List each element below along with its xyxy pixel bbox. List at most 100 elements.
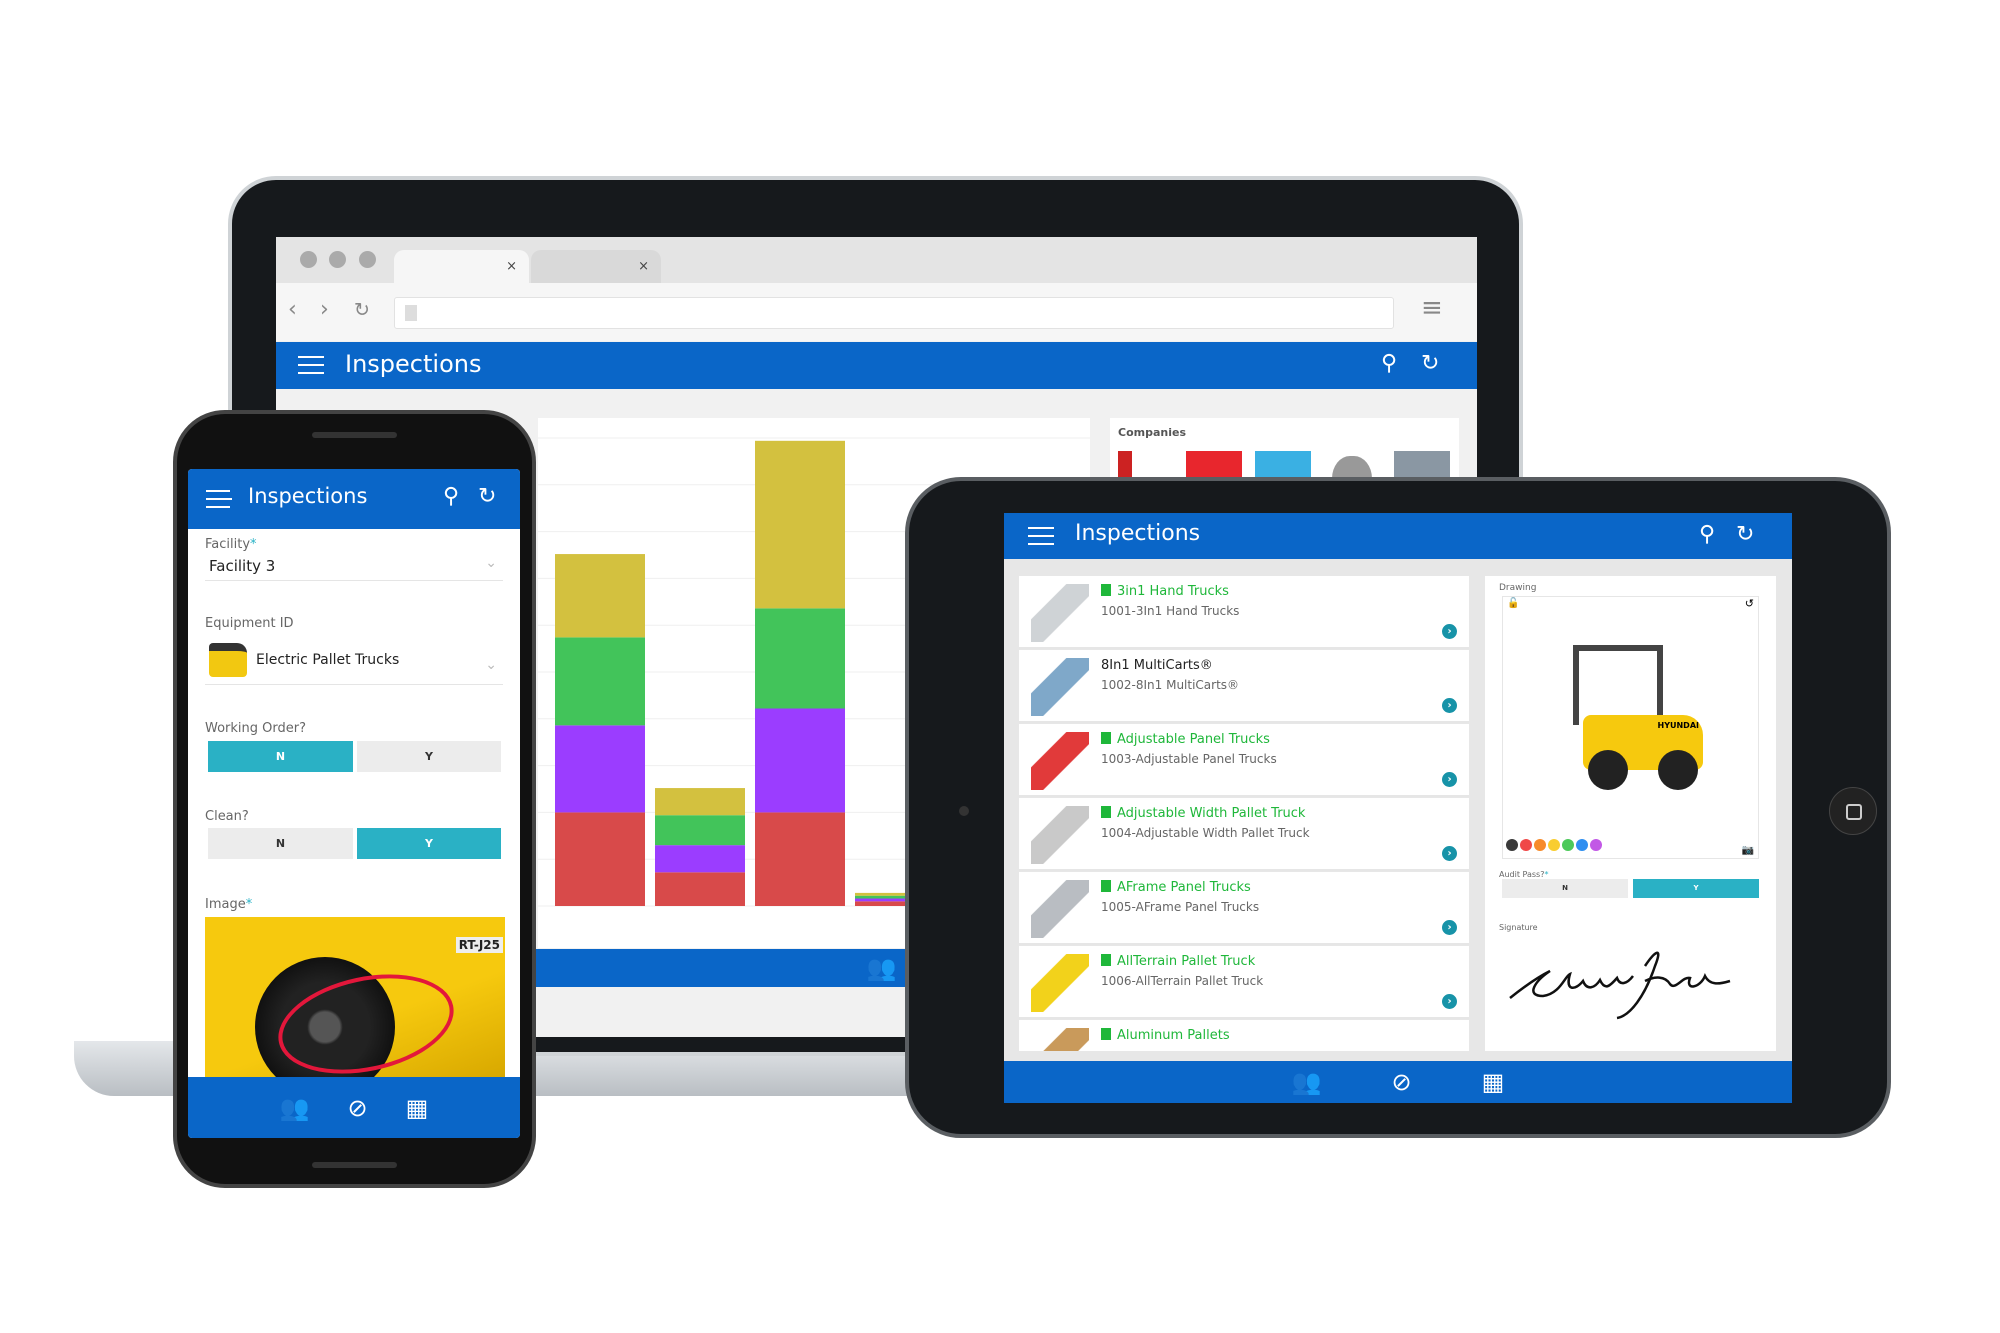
color-swatch[interactable] (1520, 839, 1532, 851)
inspection-form-panel: Drawing 🔓 ↺ HYUNDAI 📷 Audit Pass?* N Y S… (1485, 576, 1776, 1051)
tablet-bottom-nav: 👥 ⊘ ▦ (1004, 1061, 1792, 1103)
unlock-icon[interactable]: 🔓 (1507, 598, 1519, 609)
item-thumbnail (1031, 584, 1089, 642)
compass-icon[interactable]: ⊘ (1392, 1068, 1412, 1096)
annotated-image[interactable]: RT-J25 (205, 917, 505, 1077)
search-icon[interactable]: ⚲ (443, 484, 459, 509)
bar-segment[interactable] (855, 901, 905, 906)
building-icon (1101, 1028, 1111, 1040)
color-swatch[interactable] (1534, 839, 1546, 851)
address-bar[interactable] (394, 297, 1394, 329)
bar-segment[interactable] (755, 812, 845, 906)
drawing-canvas[interactable]: 🔓 ↺ HYUNDAI 📷 (1502, 596, 1759, 859)
calendar-icon[interactable]: ▦ (1482, 1068, 1505, 1096)
team-icon[interactable]: 👥 (867, 954, 897, 982)
bar-segment[interactable] (855, 898, 905, 902)
back-icon[interactable]: ‹ (288, 297, 297, 322)
browser-tab[interactable]: × (394, 250, 529, 283)
browser-tab[interactable]: × (531, 250, 661, 283)
refresh-icon[interactable]: ↻ (1421, 351, 1439, 376)
item-thumbnail (1031, 954, 1089, 1012)
chevron-right-icon[interactable]: › (1442, 920, 1457, 935)
refresh-icon[interactable]: ↻ (1736, 522, 1754, 547)
camera-icon[interactable]: 📷 (1742, 845, 1754, 856)
page-icon (405, 305, 417, 321)
equipment-select[interactable]: Electric Pallet Trucks ⌄ (205, 637, 503, 685)
menu-icon[interactable] (298, 356, 324, 374)
color-swatch[interactable] (1548, 839, 1560, 851)
menu-icon[interactable] (1028, 527, 1054, 545)
audit-pass-y-button[interactable]: Y (1633, 879, 1759, 898)
bar-segment[interactable] (755, 440, 845, 609)
chevron-right-icon[interactable]: › (1442, 846, 1457, 861)
chevron-right-icon[interactable]: › (1442, 698, 1457, 713)
chevron-right-icon[interactable]: › (1442, 994, 1457, 1009)
color-swatch[interactable] (1576, 839, 1588, 851)
window-maximize-dot[interactable] (359, 251, 376, 268)
bar-segment[interactable] (855, 892, 905, 896)
item-title: AFrame Panel Trucks (1101, 880, 1251, 895)
reload-icon[interactable]: ↻ (354, 299, 370, 321)
audit-pass-label: Audit Pass?* (1499, 870, 1548, 879)
signature-pad[interactable] (1505, 936, 1755, 1026)
image-label: Image* (205, 897, 252, 912)
item-title-text: Aluminum Pallets (1117, 1028, 1230, 1043)
item-thumbnail (1031, 806, 1089, 864)
clean-n-button[interactable]: N (208, 828, 353, 859)
list-item[interactable]: AllTerrain Pallet Truck 1006-AllTerrain … (1019, 946, 1469, 1019)
list-item[interactable]: AFrame Panel Trucks 1005-AFrame Panel Tr… (1019, 872, 1469, 945)
list-item[interactable]: 3in1 Hand Trucks 1001-3In1 Hand Trucks › (1019, 576, 1469, 649)
required-marker: * (245, 897, 253, 912)
building-icon (1101, 732, 1111, 744)
bar-segment[interactable] (555, 812, 645, 906)
building-icon (1101, 954, 1111, 966)
compass-icon[interactable]: ⊘ (348, 1094, 368, 1122)
facility-label-text: Facility (205, 537, 251, 552)
tab-close-icon[interactable]: × (506, 259, 517, 274)
team-icon[interactable]: 👥 (1292, 1068, 1322, 1096)
tablet-screen: Inspections ⚲ ↻ 3in1 Hand Trucks 1001-3I… (1004, 513, 1792, 1103)
audit-pass-n-button[interactable]: N (1502, 879, 1628, 898)
color-swatch[interactable] (1506, 839, 1518, 851)
facility-select[interactable]: Facility 3 ⌄ (205, 555, 503, 581)
bar-segment[interactable] (655, 815, 745, 846)
chevron-right-icon[interactable]: › (1442, 624, 1457, 639)
color-swatch[interactable] (1562, 839, 1574, 851)
bar-segment[interactable] (555, 637, 645, 726)
calendar-icon[interactable]: ▦ (406, 1094, 429, 1122)
list-item[interactable]: Aluminum Pallets › (1019, 1020, 1469, 1051)
bar-segment[interactable] (755, 708, 845, 813)
chevron-right-icon[interactable]: › (1442, 772, 1457, 787)
clean-y-button[interactable]: Y (357, 828, 501, 859)
clean-label: Clean? (205, 809, 249, 824)
bar-segment[interactable] (655, 845, 745, 873)
color-swatch[interactable] (1590, 839, 1602, 851)
menu-icon[interactable] (206, 490, 232, 508)
search-icon[interactable]: ⚲ (1381, 351, 1397, 376)
tab-close-icon[interactable]: × (638, 259, 649, 274)
home-button[interactable] (1829, 787, 1877, 835)
signature-label: Signature (1499, 923, 1538, 932)
list-item[interactable]: Adjustable Width Pallet Truck 1004-Adjus… (1019, 798, 1469, 871)
forward-icon[interactable]: › (320, 297, 329, 322)
bar-segment[interactable] (755, 608, 845, 709)
bar-segment[interactable] (655, 872, 745, 906)
phone-bottom-nav: 👥 ⊘ ▦ (188, 1077, 520, 1138)
working-order-y-button[interactable]: Y (357, 741, 501, 772)
list-item[interactable]: 8In1 MultiCarts® 1002-8In1 MultiCarts® › (1019, 650, 1469, 723)
bar-segment[interactable] (855, 895, 905, 899)
refresh-icon[interactable]: ↻ (478, 484, 496, 509)
browser-menu-icon[interactable]: ≡ (1421, 293, 1443, 323)
list-item[interactable]: Adjustable Panel Trucks 1003-Adjustable … (1019, 724, 1469, 797)
forklift-thumbnail (209, 643, 247, 677)
undo-icon[interactable]: ↺ (1745, 597, 1754, 610)
bar-segment[interactable] (655, 788, 745, 816)
window-close-dot[interactable] (300, 251, 317, 268)
window-minimize-dot[interactable] (329, 251, 346, 268)
team-icon[interactable]: 👥 (280, 1094, 310, 1122)
bar-segment[interactable] (555, 725, 645, 813)
bar-segment[interactable] (555, 554, 645, 638)
search-icon[interactable]: ⚲ (1699, 522, 1715, 547)
working-order-n-button[interactable]: N (208, 741, 353, 772)
building-icon (1101, 584, 1111, 596)
